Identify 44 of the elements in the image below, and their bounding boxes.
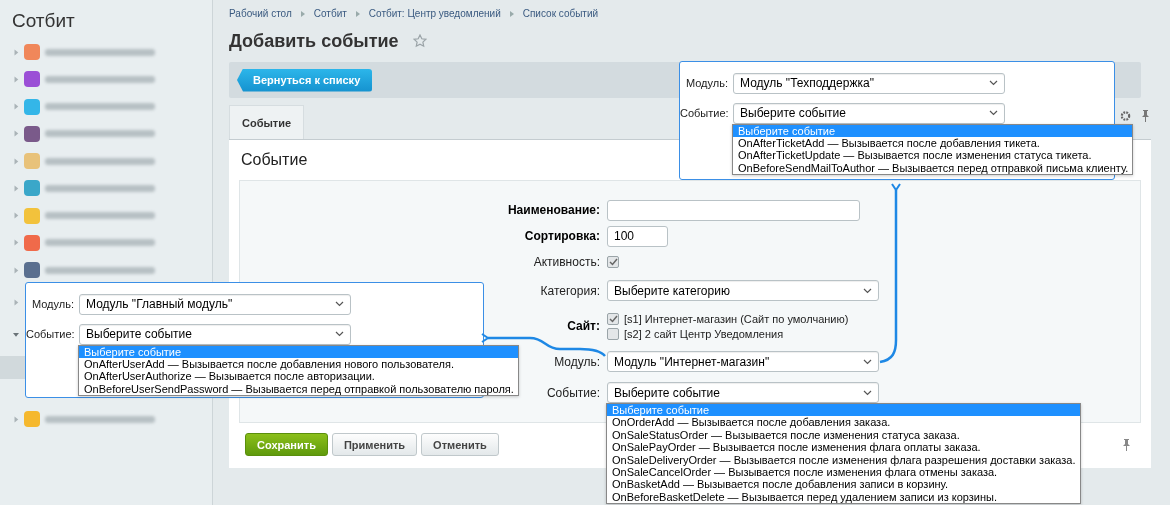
select-field[interactable]: Выберите категорию (607, 280, 879, 301)
select-field[interactable]: Модуль "Главный модуль" (79, 293, 351, 315)
breadcrumb-link[interactable]: Рабочий стол (229, 8, 292, 19)
select-field[interactable]: Выберите событие (733, 102, 1005, 124)
field-label: Активность: (533, 255, 600, 269)
field-label: Модуль: (30, 298, 74, 310)
select-field[interactable]: Модуль "Техподдержка" (733, 72, 1005, 94)
form-button[interactable]: Применить (331, 433, 418, 456)
tab[interactable]: Событие (229, 105, 305, 139)
dropdown-option[interactable]: OnSaleCancelOrder — Вызывается после изменения флага отмены заказа. (607, 466, 1080, 479)
checkbox-label: [s1] Интернет-магазин (Сайт по умолчанию) (624, 312, 849, 325)
page-title: Добавить событие (229, 30, 399, 52)
field-label: Модуль: (554, 354, 600, 369)
dropdown-option[interactable]: OnBeforeBasketDelete — Вызывается перед удалением записи из корзины. (607, 490, 1080, 504)
dropdown-option[interactable]: OnAfterUserAuthorize — Вызывается после авторизации. (79, 370, 518, 383)
checkbox-label: [s2] 2 сайт Центр Уведомления (624, 327, 784, 340)
field-label: Событие: (546, 385, 600, 400)
field-label: Сортировка: (524, 229, 600, 243)
field-label: Событие: (26, 328, 74, 340)
section-title: Событие (241, 151, 308, 169)
dropdown-option[interactable]: OnSalePayOrder — Вызывается после изменения флага оплаты заказа. (607, 441, 1080, 454)
dropdown-option[interactable]: OnSaleDeliveryOrder — Вызывается после изменения флага разрешения доставки заказа. (607, 453, 1080, 467)
select-field[interactable]: Модуль "Интернет-магазин" (607, 351, 879, 372)
breadcrumb-link[interactable]: Сотбит: Центр уведомлений (368, 8, 501, 19)
dropdown-option[interactable]: OnBasketAdd — Вызывается после добавления записи в корзину. (607, 478, 1080, 491)
breadcrumb-link[interactable]: Список событий (522, 8, 599, 19)
select-field[interactable]: Выберите событие (607, 382, 879, 403)
dropdown-option[interactable]: OnSaleStatusOrder — Вызывается после изменения статуса заказа. (607, 428, 1080, 442)
dropdown-option[interactable]: OnAfterTicketUpdate — Вызывается после изменения статуса тикета. (733, 149, 1133, 162)
dropdown-option[interactable]: OnAfterUserAdd — Вызывается после добавления нового пользователя. (79, 357, 518, 371)
sidebar-title: Сотбит (11, 9, 76, 33)
dropdown-option[interactable]: OnBeforeSendMailToAuthor — Вызывается перед отправкой письма клиенту. (733, 161, 1133, 175)
dropdown-option[interactable]: OnOrderAdd — Вызывается после добавления заказа. (607, 416, 1080, 429)
field-label: Событие: (680, 107, 728, 119)
breadcrumb-link[interactable]: Сотбит (313, 8, 347, 19)
form-button[interactable]: Отменить (421, 433, 499, 456)
field-label: Сайт: (567, 319, 600, 333)
select-field[interactable]: Выберите событие (79, 323, 351, 345)
text-field[interactable]: 100 (607, 225, 668, 247)
field-label: Наименование: (507, 203, 600, 217)
dropdown-option[interactable]: OnAfterTicketAdd — Вызывается после добавления тикета. (733, 136, 1133, 150)
dropdown-option[interactable]: OnBeforeUserSendPassword — Вызывается перед отправкой пользователю пароля. (79, 382, 518, 396)
field-label: Модуль: (684, 77, 728, 89)
field-label: Категория: (540, 283, 600, 298)
